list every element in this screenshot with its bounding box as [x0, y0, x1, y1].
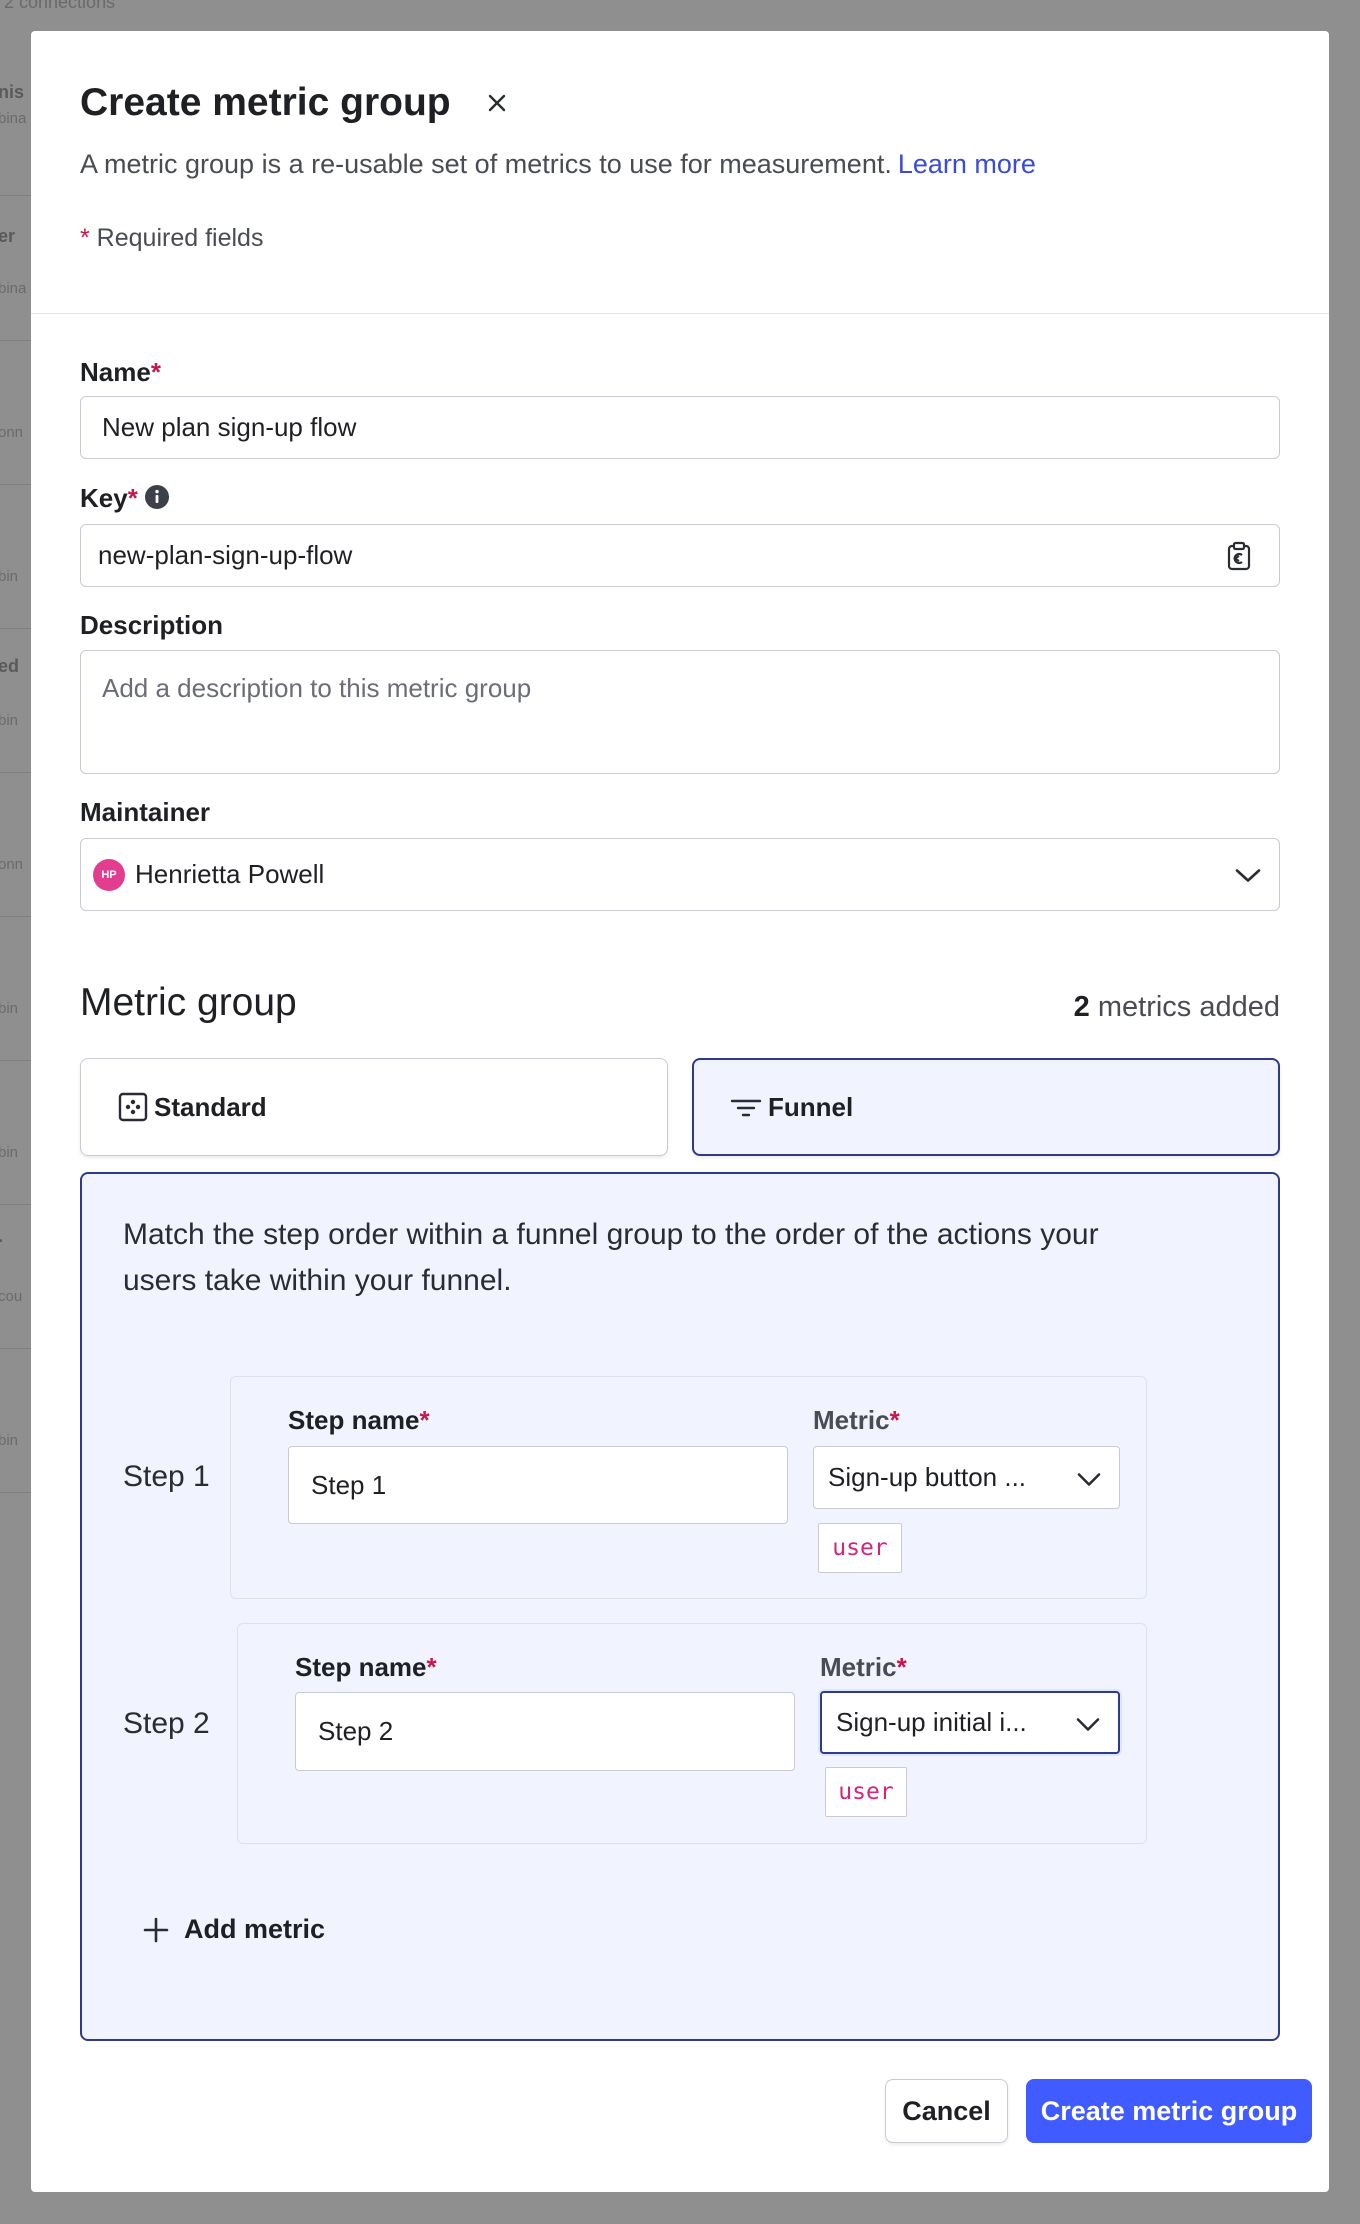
description-label: Description	[80, 610, 223, 641]
key-label: Key*	[80, 483, 170, 517]
standard-icon	[118, 1092, 148, 1122]
close-icon[interactable]	[481, 87, 513, 119]
bg-text: bin	[0, 712, 19, 729]
required-asterisk: *	[80, 224, 90, 252]
metric-select-value: Sign-up button ...	[828, 1462, 1027, 1492]
funnel-icon	[730, 1095, 762, 1119]
key-input-value: new-plan-sign-up-flow	[98, 540, 353, 570]
step-name-value: Step 1	[311, 1469, 387, 1500]
step-label: Step 2	[123, 1707, 210, 1740]
dialog-header: Create metric group A metric group is a …	[31, 31, 1329, 314]
bg-text: ed	[0, 656, 20, 676]
bg-text: bin	[0, 568, 19, 585]
required-asterisk: *	[889, 1405, 900, 1435]
add-metric-label: Add metric	[184, 1914, 326, 1944]
metric-select-value: Sign-up initial i...	[836, 1707, 1027, 1737]
required-asterisk: *	[896, 1652, 907, 1682]
step-name-input[interactable]: Step 2	[295, 1692, 795, 1771]
bg-text: bina	[0, 110, 27, 127]
required-fields-note: * Required fields	[80, 224, 263, 253]
bg-text: onn	[0, 856, 24, 873]
cancel-button[interactable]: Cancel	[885, 2079, 1008, 2143]
step-label: Step 1	[123, 1460, 210, 1493]
bg-text: .	[0, 1226, 3, 1247]
bg-text: nis	[0, 82, 25, 102]
name-input-value: New plan sign-up flow	[102, 412, 357, 442]
description-label-text: Description	[80, 610, 224, 640]
metrics-count-suffix: metrics added	[1089, 991, 1280, 1023]
add-metric-button[interactable]: Add metric	[142, 1914, 325, 1945]
name-label: Name*	[80, 357, 161, 388]
description-textarea[interactable]: Add a description to this metric group	[80, 650, 1280, 774]
create-metric-group-dialog: Create metric group A metric group is a …	[31, 31, 1329, 2192]
metrics-count-number: 2	[1073, 991, 1090, 1023]
required-asterisk: *	[127, 483, 138, 513]
maintainer-select[interactable]: HP Henrietta Powell	[80, 838, 1280, 911]
metrics-count: 2 metrics added	[1074, 991, 1280, 1024]
key-input[interactable]: new-plan-sign-up-flow	[80, 524, 1280, 587]
info-icon[interactable]	[144, 484, 170, 517]
maintainer-label: Maintainer	[80, 797, 210, 828]
maintainer-value: Henrietta Powell	[135, 859, 325, 889]
step-name-value: Step 2	[318, 1716, 394, 1746]
dialog-title: Create metric group	[80, 81, 451, 124]
metric-label: Metric*	[813, 1405, 900, 1436]
learn-more-link[interactable]: Learn more	[898, 149, 1036, 179]
step-card: Step name* Step 2 Metric* Sign-up initia…	[237, 1623, 1147, 1844]
name-label-text: Name	[80, 357, 151, 387]
type-standard-label: Standard	[154, 1091, 267, 1122]
bg-text: cou	[0, 1288, 23, 1305]
required-note-text: Required fields	[89, 224, 264, 252]
chevron-down-icon	[1077, 1462, 1101, 1493]
step-name-label-text: Step name	[288, 1405, 420, 1435]
metric-label-text: Metric	[813, 1405, 890, 1435]
funnel-panel: Match the step order within a funnel gro…	[80, 1172, 1280, 2041]
type-funnel-option[interactable]: Funnel	[692, 1058, 1280, 1156]
required-asterisk: *	[426, 1652, 437, 1682]
bg-text: bin	[0, 1144, 19, 1161]
step-name-label-text: Step name	[295, 1652, 427, 1682]
plus-icon	[143, 1917, 169, 1942]
step-name-label: Step name*	[295, 1652, 437, 1683]
required-asterisk: *	[419, 1405, 430, 1435]
bg-text: onn	[0, 424, 24, 441]
subtitle-text: A metric group is a re-usable set of met…	[80, 149, 892, 179]
type-standard-option[interactable]: Standard	[80, 1058, 668, 1156]
context-kind-tag: user	[818, 1523, 902, 1573]
metric-label: Metric*	[820, 1652, 907, 1683]
metric-label-text: Metric	[820, 1652, 897, 1682]
step-card: Step name* Step 1 Metric* Sign-up button…	[230, 1376, 1147, 1599]
maintainer-label-text: Maintainer	[80, 797, 211, 827]
type-funnel-label: Funnel	[768, 1091, 854, 1122]
context-kind-tag: user	[825, 1767, 907, 1817]
description-placeholder: Add a description to this metric group	[102, 673, 532, 703]
bg-text: er	[0, 226, 16, 246]
create-metric-group-button[interactable]: Create metric group	[1026, 2079, 1312, 2143]
dialog-subtitle: A metric group is a re-usable set of met…	[80, 149, 1036, 180]
bg-text: bin	[0, 1000, 19, 1017]
key-label-text: Key	[80, 483, 128, 513]
step-name-input[interactable]: Step 1	[288, 1446, 788, 1524]
name-input[interactable]: New plan sign-up flow	[80, 396, 1280, 459]
chevron-down-icon	[1235, 859, 1261, 890]
bg-text: bin	[0, 1432, 19, 1449]
copy-icon[interactable]	[1225, 541, 1253, 578]
chevron-down-icon	[1076, 1707, 1100, 1738]
bg-text: bina	[0, 280, 27, 297]
funnel-description: Match the step order within a funnel gro…	[123, 1218, 1099, 1297]
metric-select[interactable]: Sign-up initial i...	[820, 1691, 1120, 1754]
required-asterisk: *	[150, 357, 161, 387]
metric-select[interactable]: Sign-up button ...	[813, 1446, 1120, 1509]
step-name-label: Step name*	[288, 1405, 430, 1436]
bg-text: 2 connections	[4, 0, 116, 12]
avatar: HP	[93, 858, 125, 891]
metric-group-title: Metric group	[80, 981, 297, 1024]
